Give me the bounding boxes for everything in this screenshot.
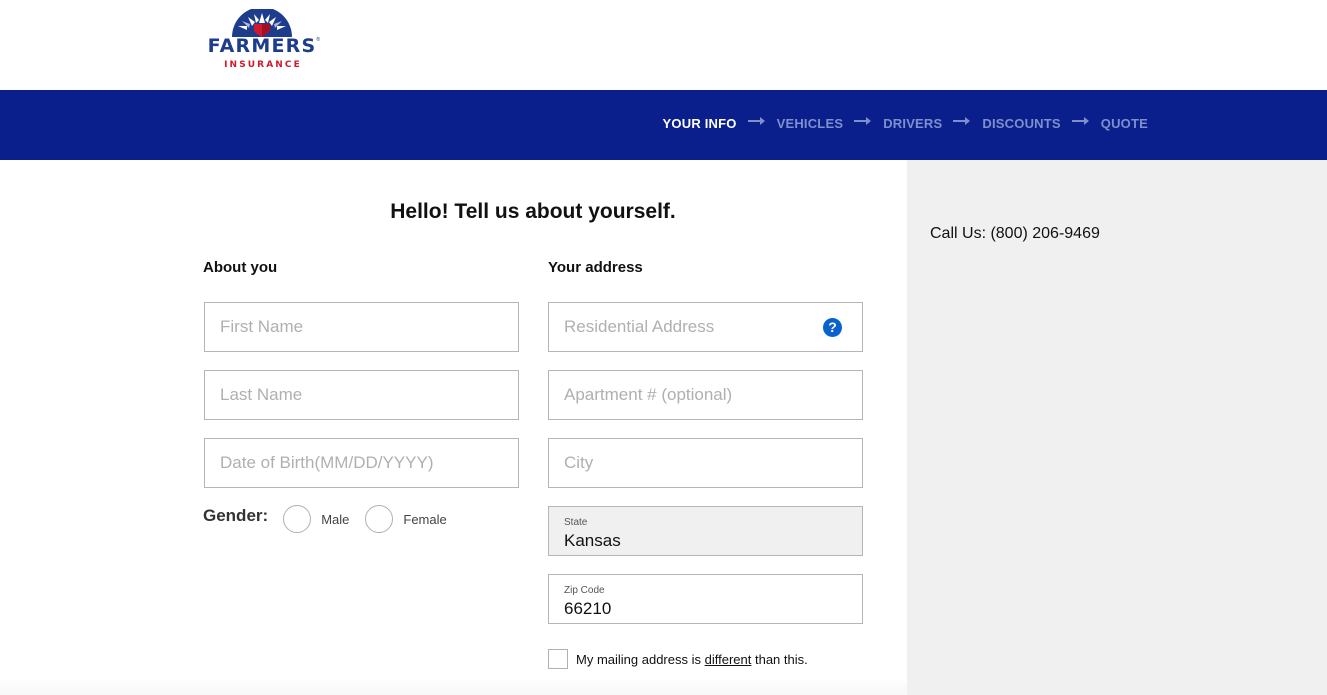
- residential-address-field[interactable]: ?: [548, 302, 863, 352]
- city-field[interactable]: [548, 438, 863, 488]
- last-name-field[interactable]: [204, 370, 519, 420]
- gender-male-radio[interactable]: [283, 505, 312, 533]
- last-name-input[interactable]: [205, 371, 518, 419]
- progress-steps: YOUR INFO VEHICLES DRIVERS DISCOUNTS QUO…: [663, 113, 1148, 133]
- shield-sunburst-icon: [232, 9, 292, 37]
- state-field: State Kansas: [548, 506, 863, 556]
- your-address-heading: Your address: [548, 259, 643, 276]
- about-you-heading: About you: [203, 259, 278, 276]
- first-name-field[interactable]: [204, 302, 519, 352]
- step-your-info[interactable]: YOUR INFO: [663, 116, 737, 131]
- bottom-shadow: [0, 678, 907, 695]
- help-question-icon[interactable]: ?: [823, 318, 842, 337]
- arrow-right-icon: [854, 117, 872, 125]
- residential-address-input[interactable]: [549, 303, 862, 351]
- registered-mark: ®: [316, 37, 320, 43]
- mailing-text-after: than this.: [751, 651, 808, 667]
- zip-code-field[interactable]: Zip Code 66210: [548, 574, 863, 624]
- brand-name: FARMERS: [207, 35, 317, 57]
- mailing-address-checkbox[interactable]: [548, 649, 568, 669]
- step-discounts[interactable]: DISCOUNTS: [982, 116, 1060, 131]
- gender-radio-group: Gender: Male Female: [203, 505, 463, 533]
- different-link[interactable]: different: [705, 652, 752, 667]
- zip-code-value[interactable]: 66210: [564, 597, 847, 621]
- step-vehicles[interactable]: VEHICLES: [777, 116, 844, 131]
- city-input[interactable]: [549, 439, 862, 487]
- page-title: Hello! Tell us about yourself.: [390, 200, 676, 223]
- gender-female-radio[interactable]: [365, 505, 394, 533]
- step-quote[interactable]: QUOTE: [1101, 116, 1148, 131]
- arrow-right-icon: [1071, 117, 1089, 125]
- site-header: FARMERS ® INSURANCE: [0, 0, 1327, 90]
- dob-field[interactable]: [204, 438, 519, 488]
- first-name-input[interactable]: [205, 303, 518, 351]
- gender-male-label[interactable]: Male: [321, 512, 349, 527]
- apartment-input[interactable]: [549, 371, 862, 419]
- zip-code-label: Zip Code: [564, 585, 605, 596]
- mailing-address-text[interactable]: My mailing address is different than thi…: [576, 652, 808, 667]
- side-panel: Call Us: (800) 206-9469: [907, 160, 1327, 695]
- brand-subname: INSURANCE: [224, 60, 302, 70]
- state-value: Kansas: [564, 531, 621, 550]
- arrow-right-icon: [747, 117, 765, 125]
- apartment-field[interactable]: [548, 370, 863, 420]
- call-us-phone[interactable]: Call Us: (800) 206-9469: [930, 225, 1100, 243]
- mailing-text-before: My mailing address is: [576, 651, 705, 667]
- state-label: State: [564, 517, 588, 528]
- arrow-right-icon: [953, 117, 971, 125]
- farmers-logo[interactable]: FARMERS ® INSURANCE: [203, 9, 321, 71]
- gender-female-label[interactable]: Female: [403, 512, 446, 527]
- gender-label: Gender:: [203, 506, 269, 525]
- progress-nav: YOUR INFO VEHICLES DRIVERS DISCOUNTS QUO…: [0, 90, 1327, 160]
- step-drivers[interactable]: DRIVERS: [883, 116, 942, 131]
- dob-input[interactable]: [205, 439, 518, 487]
- mailing-address-option: My mailing address is different than thi…: [548, 649, 808, 669]
